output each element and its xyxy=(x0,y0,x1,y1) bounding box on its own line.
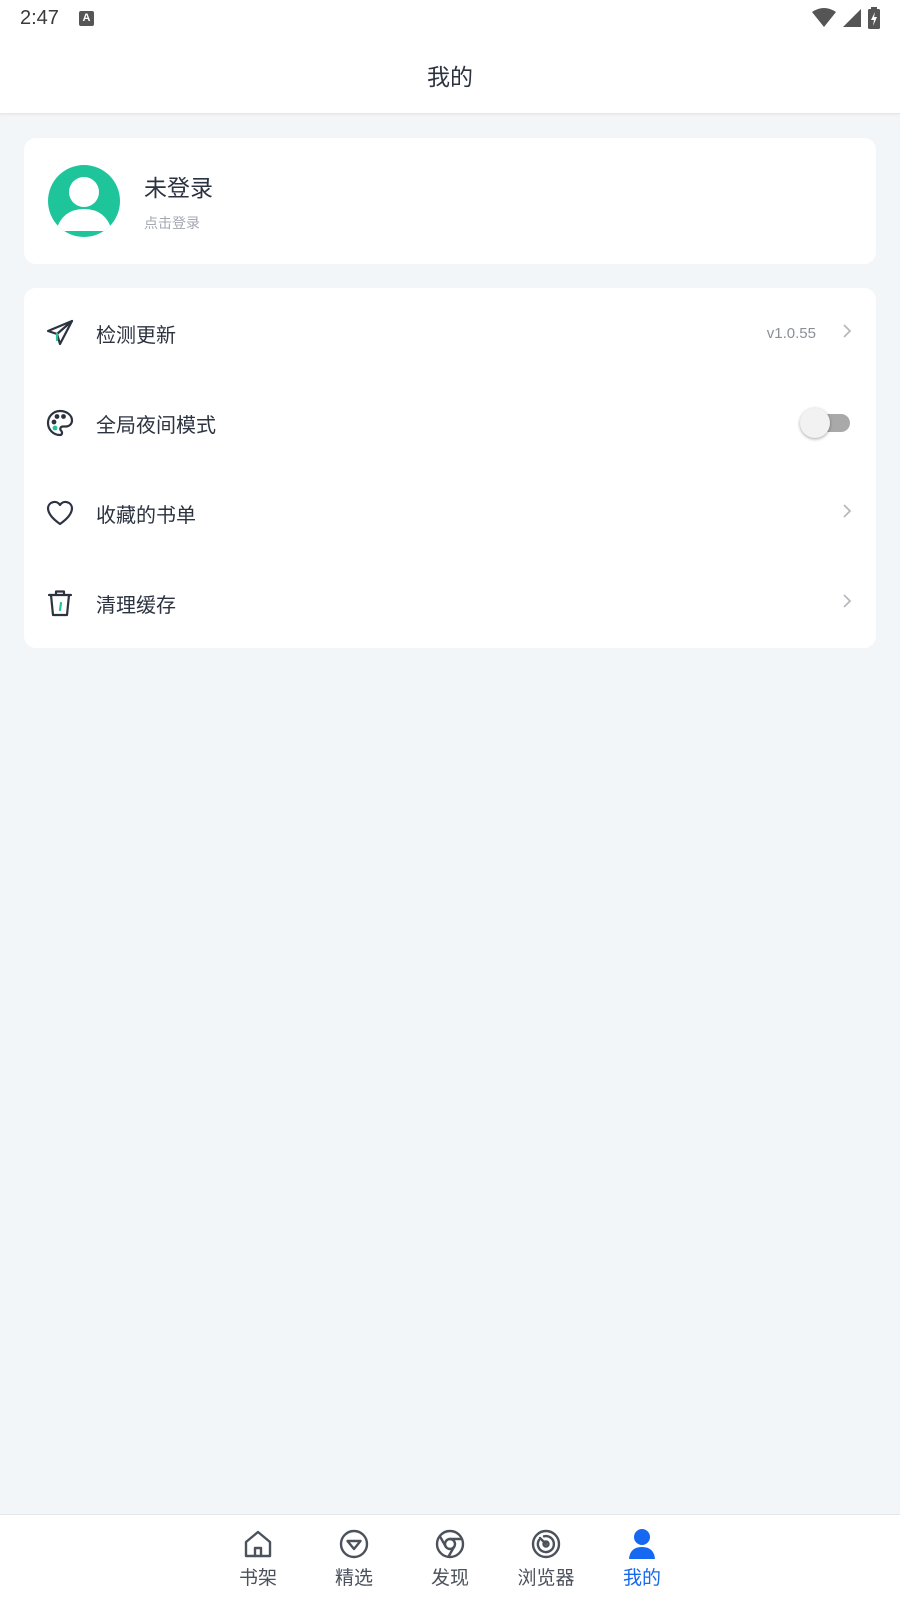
nav-item-mine[interactable]: 我的 xyxy=(597,1515,687,1600)
chevron-right-icon xyxy=(842,593,852,613)
status-left: 2:47 A xyxy=(20,7,94,30)
menu-label: 收藏的书单 xyxy=(96,502,196,527)
menu-right xyxy=(800,378,852,468)
status-time: 2:47 xyxy=(20,6,59,29)
nav-item-discover[interactable]: 发现 xyxy=(405,1515,495,1600)
menu-right xyxy=(842,468,852,558)
login-hint[interactable]: 点击登录 xyxy=(144,213,213,233)
signal-icon xyxy=(842,8,862,28)
settings-menu: 检测更新 v1.0.55 全局夜间模式 收藏的书单 清理缓存 xyxy=(24,288,876,648)
nav-label: 我的 xyxy=(622,1567,661,1589)
status-right xyxy=(812,7,880,29)
menu-item-favorites[interactable]: 收藏的书单 xyxy=(24,468,876,558)
home-icon xyxy=(241,1527,275,1561)
trash-icon xyxy=(44,587,76,619)
menu-label: 全局夜间模式 xyxy=(96,412,216,437)
nav-item-browser[interactable]: 浏览器 xyxy=(501,1515,591,1600)
diamond-icon xyxy=(337,1527,371,1561)
screen: 2:47 A 我的 未登录 点击登录 检测更新 v1.0.55 全局夜间模式 收… xyxy=(0,0,900,1600)
nav-label: 精选 xyxy=(334,1567,373,1589)
page-title: 我的 xyxy=(427,64,473,91)
menu-label: 清理缓存 xyxy=(96,592,176,617)
nav-label: 发现 xyxy=(430,1567,469,1589)
person-icon xyxy=(625,1527,659,1561)
profile-card[interactable]: 未登录 点击登录 xyxy=(24,138,876,264)
chevron-right-icon xyxy=(842,323,852,343)
bottom-nav: 书架 精选 发现 浏览器 我的 xyxy=(0,1514,900,1600)
paper-plane-icon xyxy=(44,317,76,349)
menu-item-check-update[interactable]: 检测更新 v1.0.55 xyxy=(24,288,876,378)
night-mode-toggle[interactable] xyxy=(800,408,852,438)
version-text: v1.0.55 xyxy=(766,324,816,342)
toggle-knob xyxy=(800,408,830,438)
a-letter-icon: A xyxy=(78,10,94,26)
aperture-icon xyxy=(433,1527,467,1561)
compass-icon xyxy=(529,1527,563,1561)
palette-icon xyxy=(44,407,76,439)
chevron-right-icon xyxy=(842,503,852,523)
nav-label: 浏览器 xyxy=(517,1567,575,1589)
menu-right: v1.0.55 xyxy=(767,288,852,378)
app-header: 我的 xyxy=(0,36,900,114)
battery-icon xyxy=(868,7,880,29)
menu-item-night-mode[interactable]: 全局夜间模式 xyxy=(24,378,876,468)
profile-name[interactable]: 未登录 xyxy=(144,169,213,203)
nav-label: 书架 xyxy=(238,1567,277,1589)
menu-label: 检测更新 xyxy=(96,322,176,347)
menu-right xyxy=(842,558,852,648)
profile-text: 未登录 点击登录 xyxy=(144,169,213,233)
nav-item-bookshelf[interactable]: 书架 xyxy=(213,1515,303,1600)
status-bar: 2:47 A xyxy=(0,0,900,36)
nav-item-featured[interactable]: 精选 xyxy=(309,1515,399,1600)
wifi-icon xyxy=(812,8,836,28)
heart-icon xyxy=(44,497,76,529)
menu-item-clear-cache[interactable]: 清理缓存 xyxy=(24,558,876,648)
user-avatar-icon[interactable] xyxy=(48,165,120,237)
